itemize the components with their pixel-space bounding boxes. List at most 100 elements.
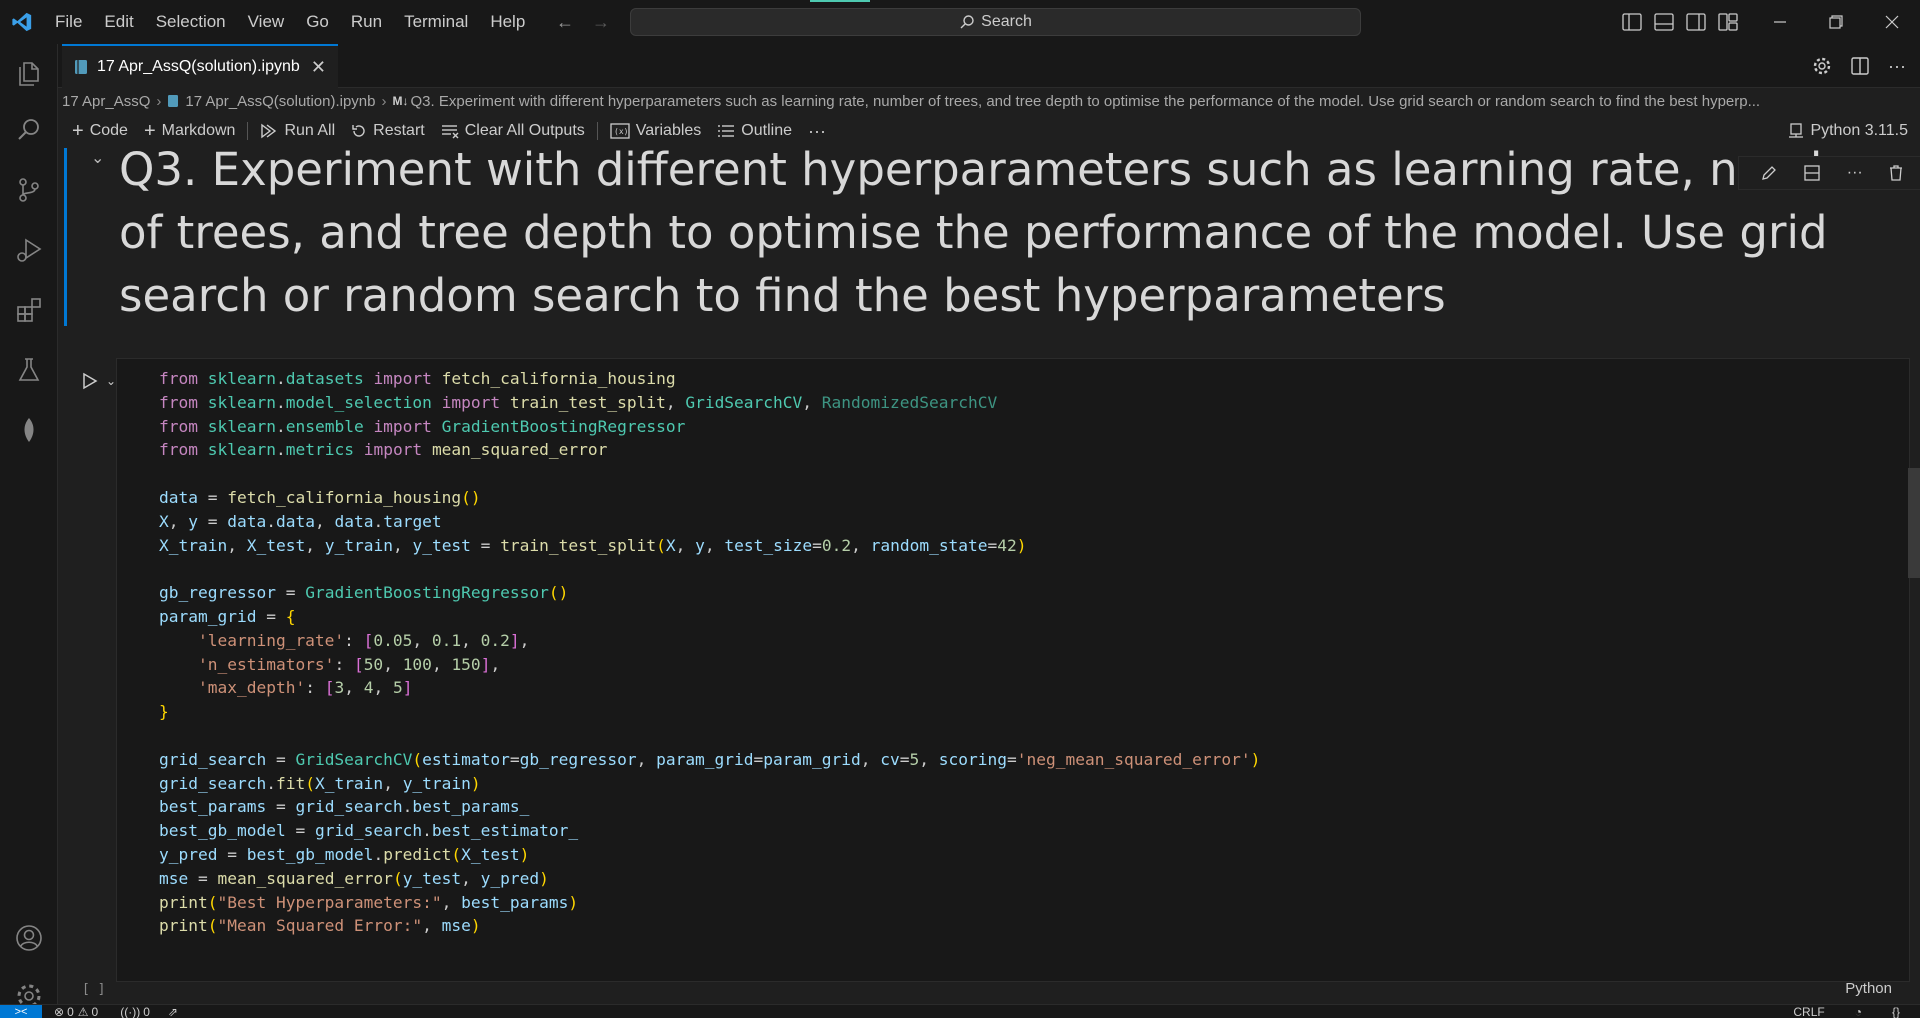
run-all-label: Run All — [284, 122, 336, 139]
notebook-file-icon — [168, 95, 179, 107]
minimize-icon[interactable] — [1752, 0, 1808, 44]
end-of-line[interactable]: CRLF — [1793, 1005, 1824, 1018]
plus-icon: + — [143, 119, 156, 142]
live-share-icon[interactable]: ⇗ — [168, 1005, 178, 1018]
variables-button[interactable]: (x) Variables — [602, 114, 710, 148]
menu-view[interactable]: View — [237, 0, 296, 44]
testing-flask-icon[interactable] — [0, 346, 58, 394]
toolbar-more-button[interactable]: ··· — [800, 114, 834, 148]
menu-file[interactable]: File — [44, 0, 93, 44]
run-debug-icon[interactable] — [0, 226, 58, 274]
run-all-button[interactable]: Run All — [252, 114, 343, 148]
tab-notebook[interactable]: 17 Apr_AssQ(solution).ipynb ✕ — [62, 44, 338, 88]
search-label: Search — [981, 13, 1032, 30]
menu-terminal[interactable]: Terminal — [393, 0, 479, 44]
outline-icon — [718, 125, 735, 137]
breadcrumb-heading[interactable]: Q3. Experiment with different hyperparam… — [411, 93, 1761, 110]
forward-arrow-icon[interactable]: → — [592, 12, 610, 33]
code-content[interactable]: from sklearn.datasets import fetch_calif… — [159, 367, 1260, 938]
source-control-icon[interactable] — [0, 166, 58, 214]
toggle-panel-icon[interactable] — [1654, 13, 1674, 31]
extensions-icon[interactable] — [0, 286, 58, 334]
menu-help[interactable]: Help — [479, 0, 536, 44]
execution-count: [ ] — [82, 982, 106, 997]
markdown-heading: Q3. Experiment with different hyperparam… — [119, 148, 1885, 322]
editor-actions: ··· — [1812, 44, 1906, 88]
split-cell-icon[interactable] — [1803, 164, 1821, 182]
error-icon: ⊗ — [54, 1004, 65, 1018]
code-cell[interactable]: ⌄ from sklearn.datasets import fetch_cal… — [64, 358, 1910, 998]
error-count[interactable]: 0 — [67, 1005, 74, 1018]
search-view-icon[interactable] — [0, 106, 58, 154]
warning-count[interactable]: 0 — [92, 1005, 99, 1018]
restore-icon[interactable] — [1808, 0, 1864, 44]
command-center-search[interactable]: Search — [630, 8, 1361, 36]
navigation-arrows: ← → — [556, 0, 610, 44]
toolbar-divider — [596, 122, 598, 140]
outline-button[interactable]: Outline — [709, 114, 800, 148]
vertical-scrollbar[interactable] — [1908, 468, 1920, 578]
code-editor[interactable]: from sklearn.datasets import fetch_calif… — [116, 358, 1910, 982]
variables-label: Variables — [635, 122, 702, 139]
accounts-icon[interactable] — [0, 914, 58, 962]
remote-indicator-icon[interactable]: >< — [0, 1004, 42, 1018]
bell-icon[interactable]: ◔ — [1855, 1005, 1862, 1018]
add-markdown-cell-button[interactable]: + Markdown — [136, 114, 244, 148]
mongodb-leaf-icon[interactable] — [0, 406, 58, 454]
markdown-cell[interactable]: ⌄ Q3. Experiment with different hyperpar… — [64, 148, 1904, 326]
add-markdown-label: Markdown — [161, 122, 236, 139]
notebook-editor: ⌄ Q3. Experiment with different hyperpar… — [58, 148, 1920, 1004]
run-cell-button[interactable]: ⌄ — [82, 372, 116, 390]
explorer-icon[interactable] — [0, 50, 58, 98]
tab-label: 17 Apr_AssQ(solution).ipynb — [97, 58, 300, 75]
notebook-file-icon — [75, 60, 87, 74]
layout-controls — [1622, 0, 1738, 44]
run-options-chevron-icon[interactable]: ⌄ — [106, 374, 116, 388]
kernel-label: Python 3.11.5 — [1810, 122, 1908, 139]
status-bar: >< ⊗ 0 ⚠ 0 ((·)) 0 ⇗ CRLF ◔ {} — [0, 1004, 1920, 1018]
close-tab-icon[interactable]: ✕ — [311, 57, 326, 78]
menu-go[interactable]: Go — [295, 0, 340, 44]
toggle-primary-sidebar-icon[interactable] — [1622, 13, 1642, 31]
kernel-picker[interactable]: Python 3.11.5 — [1788, 114, 1908, 148]
menu-run[interactable]: Run — [340, 0, 393, 44]
status-right: CRLF ◔ {} — [1793, 1005, 1900, 1018]
activity-bar — [0, 44, 58, 1008]
close-window-icon[interactable] — [1864, 0, 1920, 44]
breadcrumb-file[interactable]: 17 Apr_AssQ(solution).ipynb — [185, 93, 375, 110]
play-icon — [83, 372, 98, 390]
customize-layout-icon[interactable] — [1718, 13, 1738, 31]
menu-edit[interactable]: Edit — [93, 0, 144, 44]
cell-language-label[interactable]: Python — [1845, 980, 1892, 997]
ports-count[interactable]: 0 — [143, 1005, 150, 1018]
more-icon: ··· — [808, 120, 826, 141]
restart-icon — [352, 125, 365, 137]
chevron-right-icon: › — [156, 92, 162, 110]
plus-icon: + — [72, 119, 84, 142]
back-arrow-icon[interactable]: ← — [556, 12, 574, 33]
delete-trash-icon[interactable] — [1888, 164, 1904, 182]
search-icon — [960, 15, 974, 29]
menu-selection[interactable]: Selection — [145, 0, 237, 44]
split-editor-icon[interactable] — [1850, 56, 1870, 76]
settings-gear-icon[interactable] — [1812, 56, 1832, 76]
edit-pencil-icon[interactable] — [1760, 164, 1778, 182]
clear-all-icon — [441, 125, 459, 139]
more-actions-icon[interactable]: ··· — [1888, 56, 1906, 77]
title-bar: File Edit Selection View Go Run Terminal… — [0, 0, 1920, 44]
toggle-secondary-sidebar-icon[interactable] — [1686, 13, 1706, 31]
restart-button[interactable]: Restart — [343, 114, 433, 148]
cell-more-icon[interactable]: ··· — [1847, 164, 1863, 182]
breadcrumb: 17 Apr_AssQ › 17 Apr_AssQ(solution).ipyn… — [58, 88, 1920, 114]
clear-all-outputs-button[interactable]: Clear All Outputs — [433, 114, 593, 148]
collapse-chevron-icon[interactable]: ⌄ — [91, 148, 104, 168]
markdown-badge-icon: M↓ — [392, 94, 409, 108]
add-code-cell-button[interactable]: + Code — [58, 114, 136, 148]
breadcrumb-folder[interactable]: 17 Apr_AssQ — [62, 93, 150, 110]
brackets-icon[interactable]: {} — [1892, 1005, 1900, 1018]
variables-icon: (x) — [610, 123, 630, 139]
restart-label: Restart — [373, 122, 425, 139]
kernel-icon — [1789, 123, 1804, 138]
title-accent — [810, 0, 870, 2]
ports-icon: ((·)) — [120, 1004, 141, 1018]
